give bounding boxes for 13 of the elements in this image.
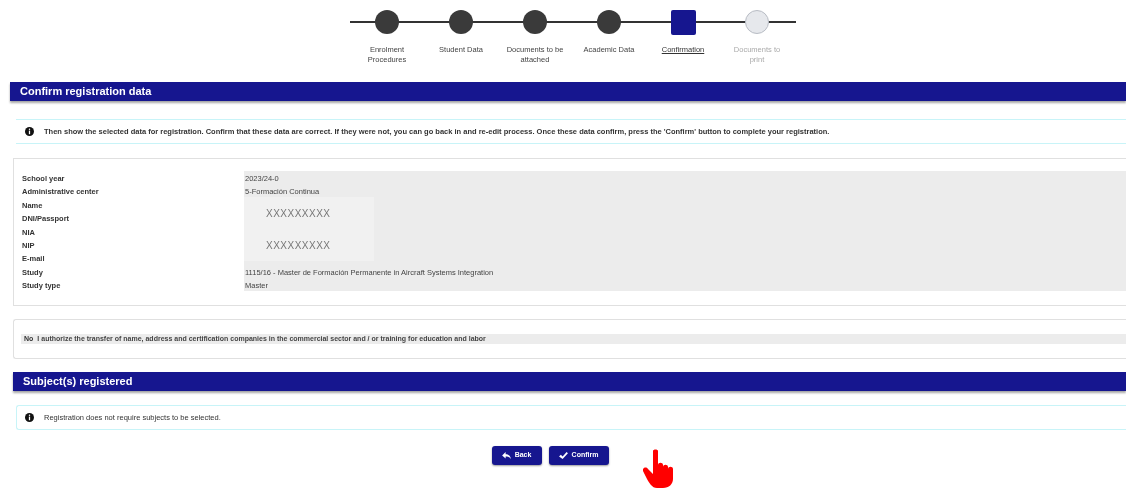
step-marker[interactable] (449, 10, 473, 34)
info-icon (25, 127, 34, 136)
check-icon (558, 451, 568, 460)
step-marker[interactable] (523, 10, 547, 34)
info-icon (25, 413, 34, 422)
step-marker[interactable] (375, 10, 399, 34)
redacted-text: XXXXXXXXX (265, 238, 332, 253)
section-header: Confirm registration data (10, 82, 1126, 101)
step-marker[interactable] (597, 10, 621, 34)
step-marker[interactable] (670, 9, 696, 35)
redacted-text: XXXXXXXXX (265, 206, 332, 221)
section-header: Subject(s) registered (13, 372, 1126, 391)
undo-icon (501, 452, 511, 459)
